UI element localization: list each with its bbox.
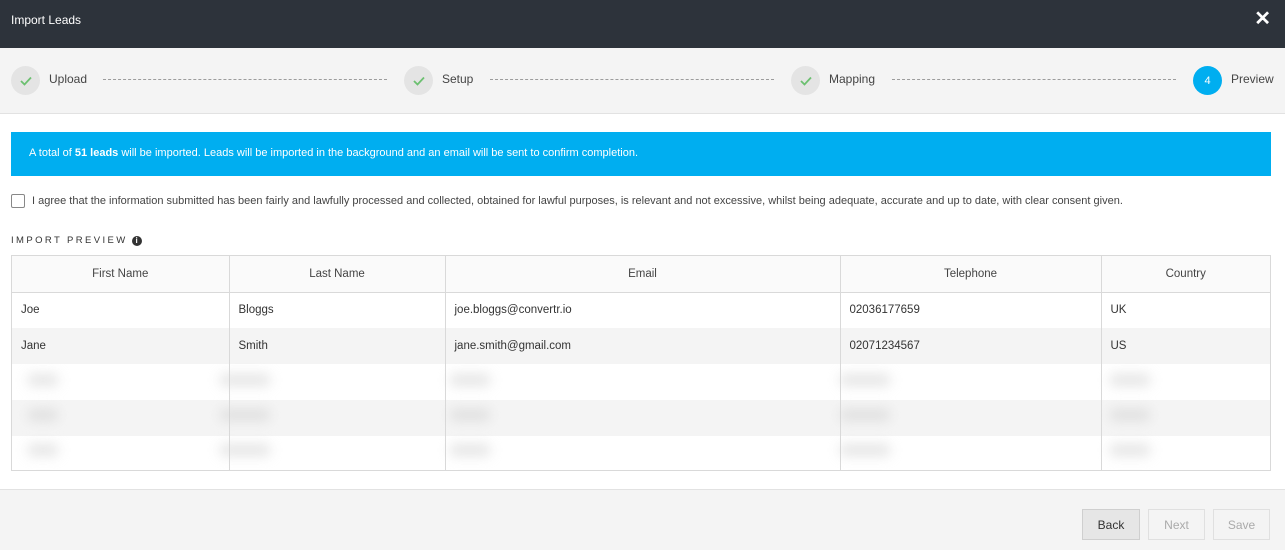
column-header-country: Country	[1101, 256, 1270, 293]
step-preview-label: Preview	[1231, 72, 1274, 86]
cell-country: UK	[1110, 304, 1127, 317]
column-header-first-name: First Name	[12, 256, 230, 293]
modal-header: Import Leads ✕	[0, 0, 1285, 48]
table-row: Joe Bloggs joe.bloggs@convertr.io 020361…	[12, 292, 1270, 328]
step-mapping-label: Mapping	[829, 72, 876, 86]
cell-country: US	[1101, 328, 1270, 364]
column-header-last-name: Last Name	[229, 256, 446, 293]
save-button[interactable]: Save	[1213, 509, 1270, 540]
import-summary-banner: A total of 51 leads will be imported. Le…	[11, 132, 1271, 176]
import-preview-title-text: IMPORT PREVIEW	[11, 235, 128, 246]
step-preview-number: 4	[1193, 66, 1222, 95]
step-mapping-check-icon	[791, 66, 820, 95]
cell-telephone: 02071234567	[840, 328, 1102, 364]
cell-first-name: Jane	[12, 328, 230, 364]
step-connector	[103, 79, 387, 80]
cell-email: jane.smith@gmail.com	[445, 328, 841, 364]
step-setup-label: Setup	[442, 72, 474, 86]
consent-checkbox[interactable]	[11, 194, 25, 208]
table-row: Jane Smith jane.smith@gmail.com 02071234…	[12, 328, 1270, 364]
cell-last-name: Bloggs	[229, 292, 446, 328]
info-icon[interactable]: i	[131, 235, 142, 246]
column-header-telephone: Telephone	[840, 256, 1102, 293]
step-setup-check-icon	[404, 66, 433, 95]
import-preview-title: IMPORT PREVIEW i	[11, 235, 142, 246]
consent-row: I agree that the information submitted h…	[11, 194, 1123, 208]
step-upload-check-icon	[11, 66, 40, 95]
banner-prefix: A total of	[29, 147, 75, 159]
back-button[interactable]: Back	[1082, 509, 1140, 540]
table-header-row: First Name Last Name Email Telephone Cou…	[12, 256, 1270, 293]
wizard-steps: Upload Setup Mapping 4 Preview	[0, 48, 1285, 114]
modal-title: Import Leads	[11, 13, 82, 27]
close-icon[interactable]: ✕	[1254, 9, 1271, 29]
cell-first-name: Joe	[12, 292, 230, 328]
blurred-rows-overlay	[20, 364, 1170, 464]
column-header-email: Email	[445, 256, 841, 293]
banner-suffix: will be imported. Leads will be imported…	[118, 147, 639, 159]
step-connector	[490, 79, 774, 80]
cell-telephone: 02036177659	[840, 292, 1102, 328]
banner-count: 51 leads	[74, 147, 119, 159]
step-upload-label: Upload	[49, 72, 88, 86]
consent-text: I agree that the information submitted h…	[32, 195, 1123, 207]
modal-footer: Back Next Save	[0, 489, 1285, 550]
cell-last-name: Smith	[229, 328, 446, 364]
cell-email: joe.bloggs@convertr.io	[445, 292, 841, 328]
step-connector	[892, 79, 1176, 80]
import-preview-table: First Name Last Name Email Telephone Cou…	[11, 255, 1271, 471]
next-button[interactable]: Next	[1148, 509, 1205, 540]
